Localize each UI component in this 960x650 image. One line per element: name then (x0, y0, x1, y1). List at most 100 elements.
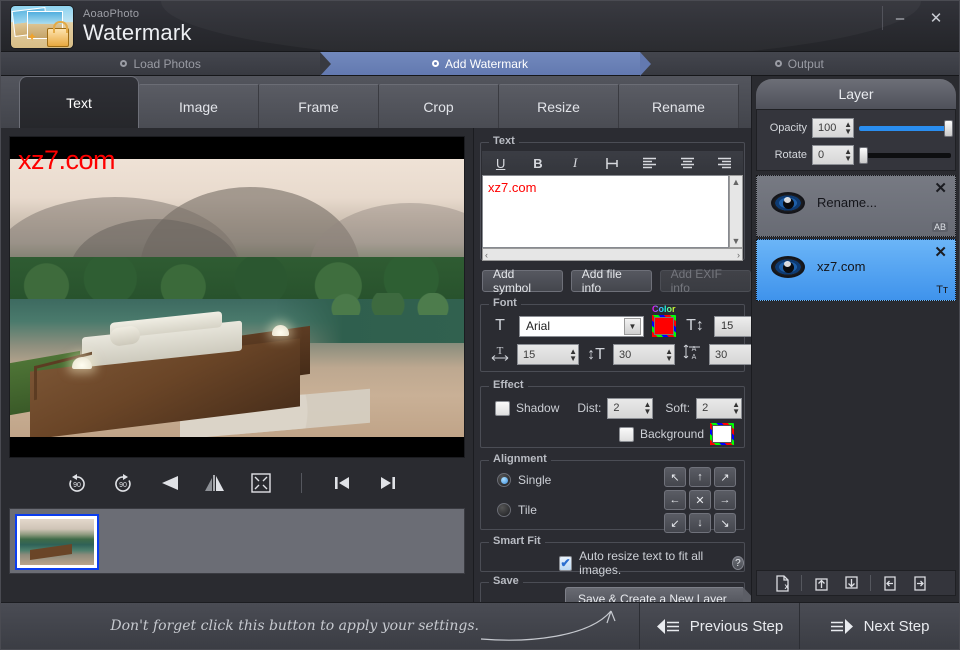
stepper-arrows-icon[interactable]: ▲▼ (665, 347, 673, 362)
shadow-checkbox[interactable] (495, 400, 510, 416)
font-size-icon: T↕ (686, 317, 704, 334)
font-family-select[interactable]: Arial ▼ (519, 315, 644, 337)
rotate-slider[interactable] (859, 146, 951, 164)
align-center-icon[interactable] (674, 153, 700, 173)
minimize-button[interactable]: – (883, 5, 917, 31)
tab-frame[interactable]: Frame (259, 84, 379, 128)
auto-resize-checkbox[interactable]: ✔ (559, 555, 573, 571)
stepper-arrows-icon[interactable]: ▲▼ (569, 347, 577, 362)
background-checkbox[interactable] (618, 426, 634, 442)
next-step-label: Next Step (863, 617, 930, 635)
slider-handle[interactable] (859, 146, 868, 164)
font-width-stepper[interactable]: 15 ▲ ▼ (517, 344, 579, 365)
delete-layer-icon[interactable]: x (771, 573, 793, 593)
svg-text:90: 90 (119, 482, 127, 489)
image-canvas[interactable]: xz7.com (9, 136, 465, 458)
thumbnail-item[interactable] (15, 514, 99, 570)
align-left-icon[interactable] (637, 153, 663, 173)
font-color-swatch[interactable]: Color (652, 304, 676, 337)
alignment-tile-radio[interactable]: Tile (497, 503, 537, 517)
font-width-icon: T (489, 343, 511, 366)
stepper-arrows-icon[interactable]: ▲▼ (844, 148, 852, 163)
close-icon[interactable]: ✕ (934, 243, 947, 261)
watermark-text-input[interactable]: xz7.com (482, 175, 729, 248)
previous-image-icon[interactable] (330, 471, 354, 495)
close-icon[interactable]: ✕ (934, 179, 947, 197)
next-step-button[interactable]: Next Step (799, 603, 959, 649)
step-dot-icon (120, 60, 128, 67)
save-layer-icon[interactable] (840, 573, 862, 593)
fit-to-screen-icon[interactable] (249, 471, 273, 495)
align-middle-left-icon[interactable]: ← (664, 490, 686, 510)
italic-icon[interactable]: I (562, 153, 588, 173)
text-horizontal-scrollbar[interactable]: ‹ › (482, 248, 743, 261)
text-vertical-scrollbar[interactable]: ▲ ▼ (729, 175, 743, 248)
rotate-stepper[interactable]: 0 ▲ ▼ (812, 145, 854, 165)
stepper-arrows-icon[interactable]: ▲▼ (732, 401, 740, 416)
help-icon[interactable]: ? (731, 556, 745, 570)
shadow-dist-stepper[interactable]: 2 ▲ ▼ (607, 397, 654, 419)
watermark-text-overlay[interactable]: xz7.com (18, 147, 116, 174)
load-layer-icon[interactable] (810, 573, 832, 593)
dist-label: Dist: (577, 401, 602, 415)
opacity-label: Opacity (769, 122, 807, 134)
step-output[interactable]: Output (639, 52, 959, 75)
step-add-watermark[interactable]: Add Watermark (320, 52, 651, 76)
align-top-center-icon[interactable]: ↑ (689, 467, 711, 487)
next-image-icon[interactable] (376, 471, 400, 495)
scroll-down-icon[interactable]: ▼ (732, 235, 741, 247)
scroll-left-icon[interactable]: ‹ (485, 249, 488, 261)
alignment-single-radio[interactable]: Single (497, 473, 551, 487)
chevron-down-icon[interactable]: ▼ (624, 317, 641, 335)
previous-step-button[interactable]: Previous Step (639, 603, 799, 649)
underline-icon[interactable]: U (488, 153, 514, 173)
flip-horizontal-icon[interactable] (157, 471, 181, 495)
shadow-label: Shadow (516, 401, 560, 415)
add-symbol-button[interactable]: Add symbol (482, 267, 563, 295)
tab-text[interactable]: Text (19, 76, 139, 128)
thumbnail-strip[interactable] (9, 508, 465, 574)
align-right-icon[interactable] (711, 153, 737, 173)
scroll-right-icon[interactable]: › (737, 249, 740, 261)
app-logo-icon: ✦ (11, 6, 73, 48)
opacity-slider[interactable] (859, 119, 953, 137)
rotate-right-90-icon[interactable]: 90 (111, 471, 135, 495)
scroll-up-icon[interactable]: ▲ (732, 176, 741, 188)
bold-icon[interactable]: B (525, 153, 551, 173)
add-file-info-button[interactable]: Add file info (570, 267, 652, 295)
layer-item[interactable]: xz7.com ✕ Tᴛ (756, 239, 956, 301)
import-template-icon[interactable] (879, 573, 901, 593)
footer-hint: Don't forget click this button to apply … (1, 603, 639, 649)
flip-vertical-icon[interactable] (203, 471, 227, 495)
opacity-stepper[interactable]: 100 ▲ ▼ (812, 118, 854, 138)
layer-item[interactable]: Rename... ✕ AB (756, 175, 956, 237)
align-middle-right-icon[interactable]: → (714, 490, 736, 510)
align-top-right-icon[interactable]: ↗ (714, 467, 736, 487)
step-label: Add Watermark (445, 56, 528, 71)
close-button[interactable]: ✕ (919, 5, 953, 31)
export-template-icon[interactable] (909, 573, 931, 593)
opacity-value: 100 (818, 122, 837, 134)
align-bottom-left-icon[interactable]: ↙ (664, 513, 686, 533)
tab-crop[interactable]: Crop (379, 84, 499, 128)
align-bottom-center-icon[interactable]: ↓ (689, 513, 711, 533)
shadow-soft-stepper[interactable]: 2 ▲ ▼ (696, 397, 743, 419)
eye-visibility-icon[interactable] (771, 256, 805, 278)
align-bottom-right-icon[interactable]: ↘ (714, 513, 736, 533)
tab-image[interactable]: Image (139, 84, 259, 128)
indent-icon[interactable] (599, 153, 625, 173)
background-label: Background (639, 427, 704, 441)
step-load-photos[interactable]: Load Photos (1, 52, 332, 76)
align-top-left-icon[interactable]: ↖ (664, 467, 686, 487)
align-center-icon[interactable]: ✕ (689, 490, 711, 510)
tab-resize[interactable]: Resize (499, 84, 619, 128)
tab-rename[interactable]: Rename (619, 84, 739, 128)
background-color-swatch[interactable] (710, 423, 734, 445)
stepper-arrows-icon[interactable]: ▲▼ (844, 121, 852, 136)
eye-visibility-icon[interactable] (771, 192, 805, 214)
rotate-left-90-icon[interactable]: 90 (65, 471, 89, 495)
text-group-legend: Text (489, 135, 519, 147)
slider-handle[interactable] (944, 119, 953, 137)
stepper-arrows-icon[interactable]: ▲▼ (643, 401, 651, 416)
line-height-stepper[interactable]: 30 ▲ ▼ (613, 344, 675, 365)
